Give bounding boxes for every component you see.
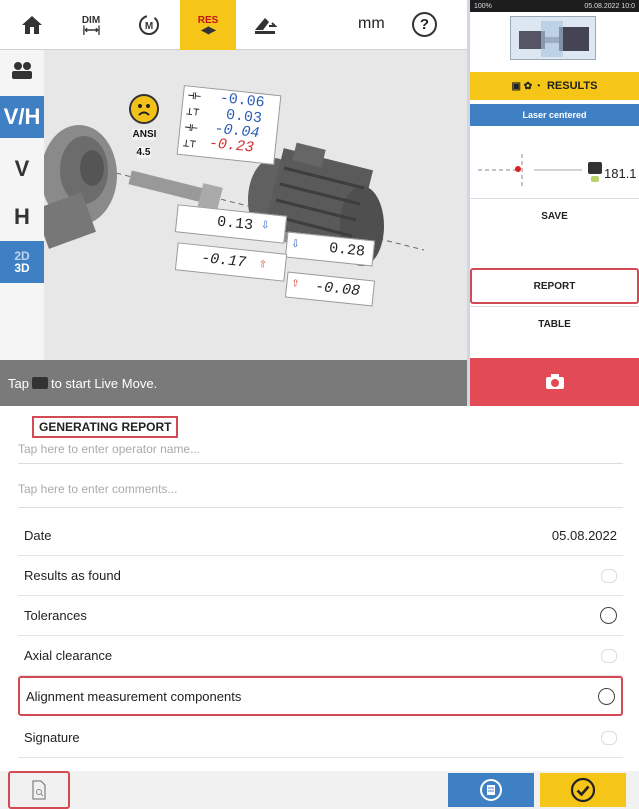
hint-text-after: to start Live Move.: [50, 375, 158, 391]
checkmark-circle-icon: [570, 777, 596, 803]
form-bottom-bar: [0, 771, 639, 809]
results-as-found-toggle[interactable]: [601, 568, 617, 583]
signature-toggle[interactable]: [601, 730, 617, 745]
report-form: GENERATING REPORT Tap here to enter oper…: [0, 406, 639, 809]
move-button[interactable]: [240, 0, 290, 50]
machine-move-icon: [255, 18, 278, 34]
date-row[interactable]: Date 05.08.2022: [18, 516, 623, 556]
view-mode-toggle[interactable]: 2D 3D: [0, 241, 44, 283]
alignment-components-radio[interactable]: [598, 687, 615, 705]
tolerance-label: ANSI 4.5: [131, 129, 157, 158]
tolerances-radio[interactable]: [600, 607, 617, 624]
front-vertical-value: 0.13: [216, 213, 254, 235]
view-v-button[interactable]: V: [0, 148, 44, 190]
comments-field[interactable]: Tap here to enter comments...: [18, 482, 623, 508]
front-horizontal-value: -0.17: [200, 249, 247, 272]
signature-label: Signature: [24, 730, 80, 745]
help-button[interactable]: ?: [412, 12, 437, 37]
operator-name-field[interactable]: Tap here to enter operator name...: [18, 442, 623, 464]
mode-3d-label: 3D: [14, 261, 30, 275]
laser-status-bar: Laser centered: [470, 104, 639, 126]
axial-clearance-toggle[interactable]: [601, 648, 617, 663]
machine-view-icon: [12, 62, 32, 79]
table-button[interactable]: TABLE: [470, 306, 639, 342]
axial-clearance-label: Axial clearance: [24, 648, 113, 663]
view-sidebar: V/H V H 2D 3D: [0, 50, 44, 360]
battery-level: 100%: [474, 2, 492, 10]
results-as-found-label: Results as found: [24, 568, 121, 583]
up-arrow-red-icon: ⇧: [290, 274, 301, 291]
offset-icon: ⊥⊤: [185, 106, 200, 120]
results-button[interactable]: ▣ ✿ ◔ RESULTS: [470, 72, 639, 100]
home-icon: [22, 16, 42, 34]
live-move-icon: [31, 377, 48, 389]
measure-button[interactable]: M: [124, 0, 174, 50]
view-h-button[interactable]: H: [0, 196, 44, 238]
date-value: 05.08.2022: [551, 528, 617, 543]
sad-face-icon: [129, 94, 159, 124]
up-arrow-icon: ⇧: [258, 255, 268, 272]
laser-target-icon: [478, 154, 602, 186]
results-label: RESULTS: [546, 80, 598, 92]
offset-horizontal-icon: ⊥⊤: [182, 138, 197, 152]
alignment-components-label: Alignment measurement components: [26, 688, 242, 704]
measure-rotate-icon: M: [139, 15, 159, 35]
document-preview-button[interactable]: [8, 771, 70, 809]
results-as-found-row[interactable]: Results as found: [18, 556, 623, 596]
date-label: Date: [24, 528, 52, 543]
sensor-value: 181.1: [604, 166, 637, 181]
down-arrow-blue-icon: ⇩: [290, 235, 301, 253]
machine-train-thumb-icon: [519, 21, 589, 57]
axial-clearance-row[interactable]: Axial clearance: [18, 636, 623, 676]
live-move-hint: Tap to start Live Move.: [0, 360, 467, 406]
res-arrows-icon: ◀▶: [201, 25, 215, 36]
top-toolbar: DIM |⟷| M RES ◀▶ mm ?: [0, 0, 467, 50]
tolerances-label: Tolerances: [24, 608, 87, 623]
live-move-camera-icon: [545, 374, 564, 389]
confirm-button[interactable]: [540, 773, 626, 807]
tolerance-indicator: ANSI 4.5: [124, 94, 164, 160]
machine-thumbnail[interactable]: [510, 16, 596, 60]
gap-horizontal-icon: ⊣⊢: [183, 122, 199, 136]
horizontal-offset-value: -0.23: [208, 135, 255, 157]
document-search-icon: [32, 780, 46, 800]
unit-selector[interactable]: mm: [358, 15, 385, 33]
measure-label: M: [145, 21, 153, 32]
alignment-components-row[interactable]: Alignment measurement components: [18, 676, 623, 716]
alignment-3d-view[interactable]: ANSI 4.5 ⊣⊢ -0.06 ⊥⊤ 0.03 ⊣⊢ -0.04 ⊥⊤ -0…: [44, 50, 467, 360]
generating-report-title: GENERATING REPORT: [32, 416, 179, 438]
tolerances-row[interactable]: Tolerances: [18, 596, 623, 636]
home-button[interactable]: [10, 0, 54, 50]
dim-button[interactable]: DIM |⟷|: [66, 0, 116, 50]
sensor-indicator: 181.1: [470, 126, 639, 194]
save-button[interactable]: SAVE: [470, 198, 639, 234]
down-arrow-icon: ⇩: [260, 217, 271, 234]
live-move-button[interactable]: [470, 358, 639, 406]
right-panel: 100% 05.08.2022 10:0 ▣ ✿ ◔ RESULTS Laser…: [470, 0, 639, 406]
signature-row[interactable]: Signature: [18, 718, 623, 758]
results-tab-button[interactable]: RES ◀▶: [180, 0, 236, 50]
camera-view-button[interactable]: [0, 50, 44, 92]
back-horizontal-value: -0.08: [314, 278, 361, 301]
gap-icon: ⊣⊢: [187, 90, 202, 104]
pdf-export-button[interactable]: [448, 773, 534, 807]
dim-arrows-icon: |⟷|: [82, 25, 101, 36]
status-datetime: 05.08.2022 10:0: [584, 2, 635, 10]
hint-text-before: Tap: [8, 375, 29, 391]
view-vh-button[interactable]: V/H: [0, 96, 44, 138]
coupling-results-card: ⊣⊢ -0.06 ⊥⊤ 0.03 ⊣⊢ -0.04 ⊥⊤ -0.23: [176, 85, 282, 165]
results-icons: ▣ ✿ ◔: [511, 80, 541, 92]
report-button[interactable]: REPORT: [470, 268, 639, 304]
back-vertical-value: 0.28: [328, 239, 366, 261]
device-status-bar: 100% 05.08.2022 10:0: [470, 0, 639, 12]
document-circle-icon: [480, 779, 502, 801]
